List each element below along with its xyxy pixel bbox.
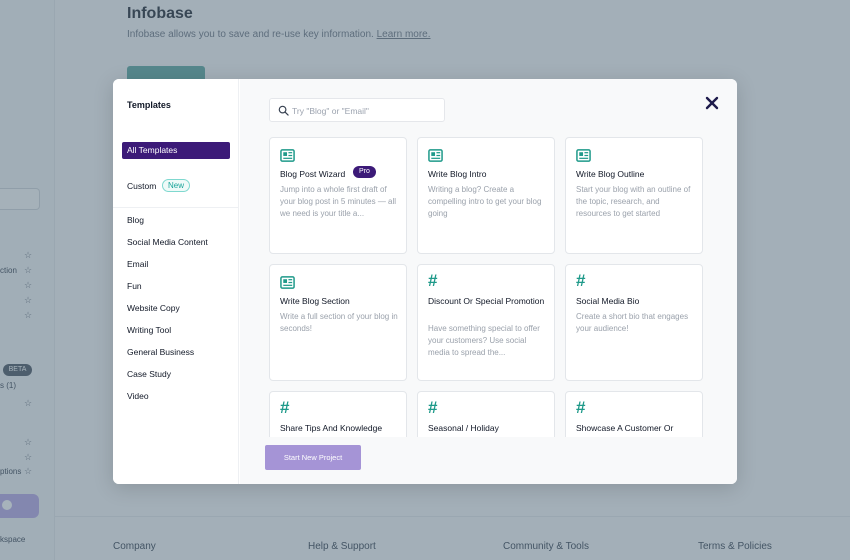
card-title: Write Blog Outline [576,169,645,179]
category-social-media[interactable]: Social Media Content [127,237,208,247]
category-fun[interactable]: Fun [127,281,142,291]
card-title: Write Blog Section [280,296,350,306]
template-card[interactable]: Write Blog Outline Start your blog with … [565,137,703,254]
card-title: Write Blog Intro [428,169,487,179]
card-title: Discount Or Special Promotion [428,296,545,306]
templates-sidebar: Templates All Templates Custom New Blog … [113,79,239,484]
template-search[interactable] [269,98,445,122]
hash-icon: # [576,398,586,417]
category-email[interactable]: Email [127,259,148,269]
newspaper-icon [576,149,591,162]
card-description: Create a short bio that engages your aud… [576,312,689,333]
category-general-business[interactable]: General Business [127,347,194,357]
sidebar-divider [113,207,238,208]
templates-modal: Templates All Templates Custom New Blog … [113,79,737,484]
category-case-study[interactable]: Case Study [127,369,171,379]
newspaper-icon [428,149,443,162]
template-card[interactable]: Write Blog Intro Writing a blog? Create … [417,137,555,254]
hash-icon: # [428,271,438,290]
hash-icon: # [576,271,586,290]
template-card[interactable]: # Showcase A Customer Or Testimonial [565,391,703,437]
pro-badge: Pro [353,166,376,178]
search-input[interactable] [292,102,442,119]
newspaper-icon [280,149,295,162]
category-writing-tool[interactable]: Writing Tool [127,325,171,335]
card-title: Showcase A Customer Or Testimonial [576,423,674,437]
card-description: Writing a blog? Create a compelling intr… [428,185,542,218]
category-all-templates[interactable]: All Templates [122,142,230,159]
category-website-copy[interactable]: Website Copy [127,303,180,313]
templates-main: Blog Post Wizard Pro Jump into a whole f… [240,79,737,484]
search-icon [278,105,289,116]
card-description: Write a full section of your blog in sec… [280,312,398,333]
newspaper-icon [280,276,295,289]
template-card[interactable]: # Share Tips And Knowledge [269,391,407,437]
card-description: Jump into a whole first draft of your bl… [280,185,397,218]
template-card[interactable]: Blog Post Wizard Pro Jump into a whole f… [269,137,407,254]
category-video[interactable]: Video [127,391,149,401]
card-title: Seasonal / Holiday [428,423,499,433]
card-title: Blog Post Wizard [280,169,346,179]
template-card[interactable]: Write Blog Section Write a full section … [269,264,407,381]
card-description: Have something special to offer your cus… [428,324,540,357]
hash-icon: # [280,398,290,417]
template-card[interactable]: # Discount Or Special Promotion Have som… [417,264,555,381]
new-badge: New [162,179,191,192]
template-card[interactable]: # Seasonal / Holiday [417,391,555,437]
start-new-project-button[interactable]: Start New Project [265,445,361,470]
category-custom[interactable]: Custom [127,181,156,191]
template-grid: Blog Post Wizard Pro Jump into a whole f… [269,137,711,437]
hash-icon: # [428,398,438,417]
close-icon[interactable] [704,95,720,111]
card-title: Share Tips And Knowledge [280,423,383,433]
template-card[interactable]: # Social Media Bio Create a short bio th… [565,264,703,381]
category-blog[interactable]: Blog [127,215,144,225]
card-description: Start your blog with an outline of the t… [576,185,691,218]
templates-heading: Templates [127,100,171,110]
card-title: Social Media Bio [576,296,640,306]
